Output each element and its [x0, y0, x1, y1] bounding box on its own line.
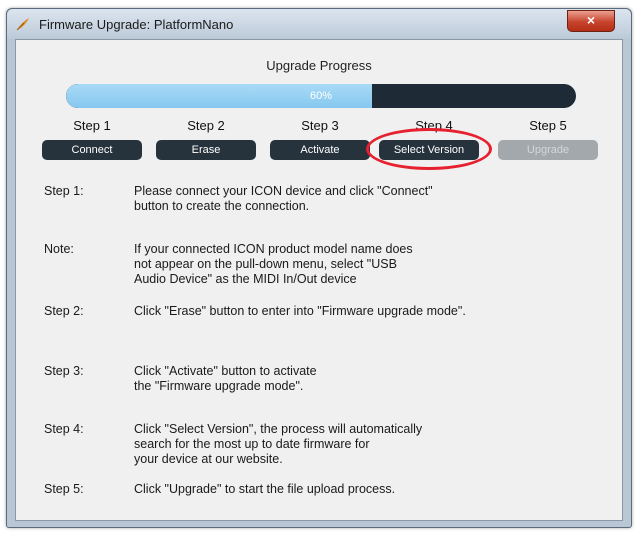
instruction-line: Click "Upgrade" to start the file upload… — [134, 482, 396, 496]
instruction-line: Please connect your ICON device and clic… — [134, 184, 433, 198]
instruction-key: Step 3: — [44, 364, 84, 378]
instruction-line: button to create the connection. — [134, 199, 310, 213]
step-1-label: Step 1 — [73, 118, 111, 133]
firmware-upgrade-window: Firmware Upgrade: PlatformNano × Upgrade… — [6, 8, 632, 528]
step-2-label: Step 2 — [187, 118, 225, 133]
instruction-line: the "Firmware upgrade mode". — [134, 379, 304, 393]
instruction-line: Click "Erase" button to enter into "Firm… — [134, 304, 466, 318]
instruction-line: Click "Select Version", the process will… — [134, 422, 423, 436]
instruction-text: Please connect your ICON device and clic… — [134, 184, 614, 214]
instruction-line: Audio Device" as the MIDI In/Out device — [134, 272, 357, 286]
connect-button[interactable]: Connect — [42, 140, 142, 160]
upgrade-button: Upgrade — [498, 140, 598, 160]
window-title: Firmware Upgrade: PlatformNano — [39, 17, 234, 32]
close-button[interactable]: × — [567, 10, 615, 32]
erase-button[interactable]: Erase — [156, 140, 256, 160]
instruction-line: search for the most up to date firmware … — [134, 437, 370, 451]
activate-button[interactable]: Activate — [270, 140, 370, 160]
progress-percent: 60% — [309, 90, 333, 102]
step-5-label: Step 5 — [529, 118, 567, 133]
title-bar[interactable]: Firmware Upgrade: PlatformNano × — [7, 9, 631, 39]
progress-title: Upgrade Progress — [266, 58, 372, 73]
instruction-line: If your connected ICON product model nam… — [134, 242, 413, 256]
instruction-key: Step 2: — [44, 304, 84, 318]
instruction-key: Step 4: — [44, 422, 84, 436]
instruction-text: Click "Activate" button to activate the … — [134, 364, 614, 394]
progress-bar: 60% — [66, 84, 576, 108]
instruction-key: Note: — [44, 242, 74, 256]
instruction-line: Click "Activate" button to activate — [134, 364, 317, 378]
instruction-text: If your connected ICON product model nam… — [134, 242, 614, 287]
step-3-label: Step 3 — [301, 118, 339, 133]
instruction-key: Step 5: — [44, 482, 84, 496]
instruction-key: Step 1: — [44, 184, 84, 198]
instruction-text: Click "Erase" button to enter into "Firm… — [134, 304, 614, 319]
instruction-text: Click "Upgrade" to start the file upload… — [134, 482, 614, 497]
feather-icon — [16, 18, 29, 31]
window-content: Upgrade Progress 60% Step 1 Step 2 Step … — [15, 39, 623, 521]
highlight-circle — [366, 128, 492, 170]
instruction-line: your device at our website. — [134, 452, 283, 466]
instruction-text: Click "Select Version", the process will… — [134, 422, 614, 467]
instruction-line: not appear on the pull-down menu, select… — [134, 257, 397, 271]
